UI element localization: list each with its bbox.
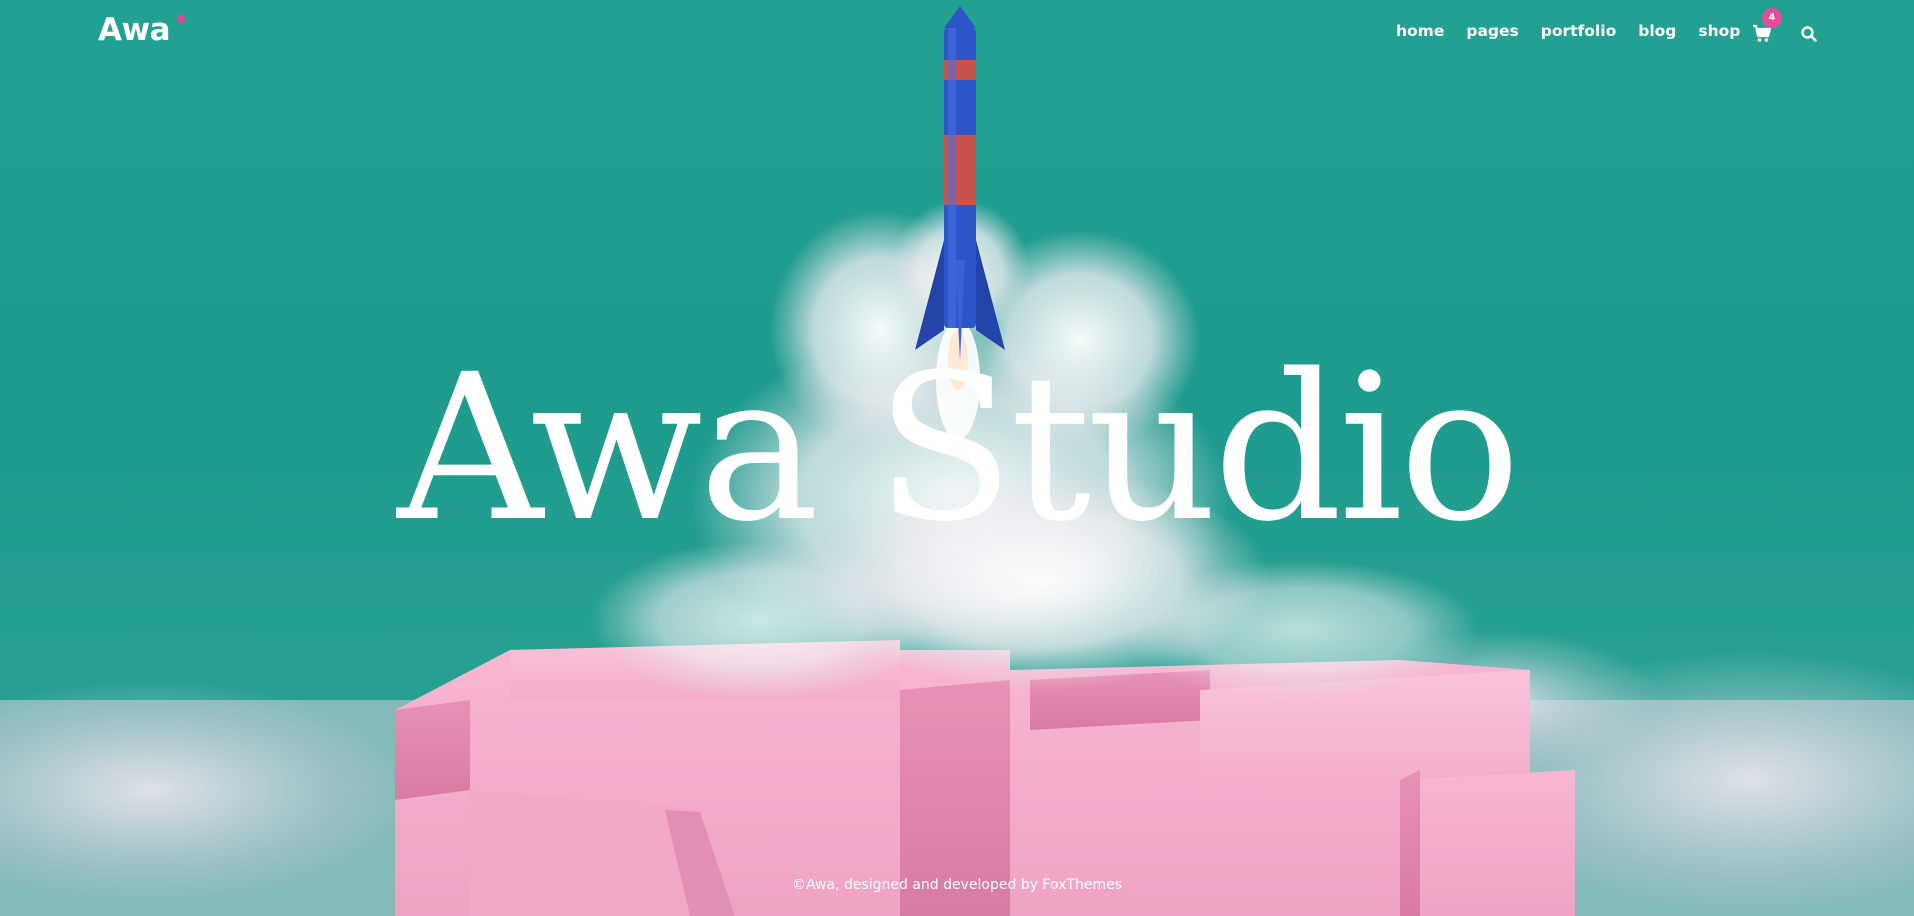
nav-item-portfolio[interactable]: portfolio [1541,22,1616,40]
nav-item-shop[interactable]: shop [1698,22,1740,40]
main-nav: home pages portfolio blog shop [1396,22,1740,40]
hero-title: Awa Studio [397,330,1521,566]
footer-credit: ©Awa, designed and developed by FoxTheme… [792,877,1122,893]
nav-item-home[interactable]: home [1396,22,1444,40]
nav-item-pages[interactable]: pages [1466,22,1518,40]
site-logo[interactable]: Awa [98,12,171,48]
search-icon[interactable] [1800,25,1818,43]
logo-dot [177,15,185,23]
hero-section: Awa home pages portfolio blog shop 4 Awa… [0,0,1914,916]
cart-count-badge: 4 [1762,8,1782,28]
rocket-illustration [915,6,1005,360]
nav-item-blog[interactable]: blog [1638,22,1676,40]
